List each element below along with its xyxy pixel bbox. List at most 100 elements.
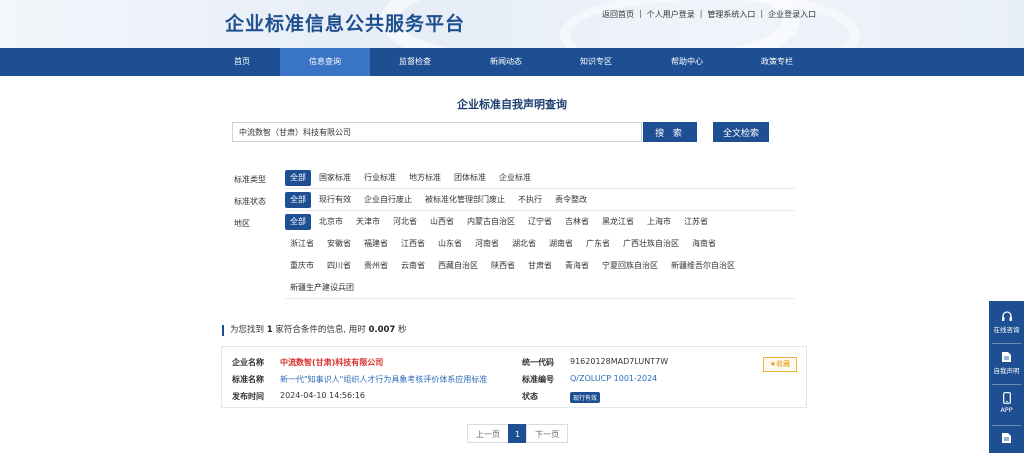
filter-chip[interactable]: 企业标准	[494, 170, 536, 186]
filter-chip[interactable]: 团体标准	[449, 170, 491, 186]
filter-chip[interactable]: 湖南省	[544, 236, 578, 252]
filter-chip[interactable]: 黑龙江省	[597, 214, 639, 230]
filter-chip[interactable]: 四川省	[322, 258, 356, 274]
result-time: 0.007	[368, 325, 396, 335]
headset-icon	[1001, 311, 1012, 321]
filter-chip[interactable]: 陕西省	[486, 258, 520, 274]
float-label: 自我声明	[993, 367, 1020, 375]
filter-chip[interactable]: 现行有效	[314, 192, 356, 208]
filter-chip[interactable]: 不执行	[513, 192, 547, 208]
filter-chip[interactable]: 责令整改	[550, 192, 592, 208]
filter-chip[interactable]: 河北省	[388, 214, 422, 230]
filter-chip[interactable]: 企业自行废止	[359, 192, 417, 208]
filter-row-region-2: 浙江省 安徽省 福建省 江西省 山东省 河南省 湖北省 湖南省 广东省 广西壮族…	[285, 236, 724, 252]
nav-news[interactable]: 新闻动态	[461, 48, 551, 76]
prev-page-button[interactable]: 上一页	[467, 424, 509, 443]
next-page-button[interactable]: 下一页	[526, 424, 569, 443]
filter-chip[interactable]: 被标准化管理部门废止	[420, 192, 510, 208]
divider	[992, 425, 1021, 426]
divider	[285, 298, 795, 299]
filter-chip[interactable]: 内蒙古自治区	[462, 214, 520, 230]
nav-supervision[interactable]: 监督检查	[370, 48, 460, 76]
float-self-declaration[interactable]: 自我声明	[989, 351, 1024, 375]
filter-chip[interactable]: 江西省	[396, 236, 430, 252]
status-badge: 现行有效	[570, 392, 601, 403]
filter-chip[interactable]: 江苏省	[679, 214, 713, 230]
filter-chip[interactable]: 浙江省	[285, 236, 319, 252]
filter-chip[interactable]: 福建省	[359, 236, 393, 252]
nav-info-query[interactable]: 信息查询	[280, 48, 370, 76]
search-button[interactable]: 搜 索	[643, 122, 697, 142]
link-home[interactable]: 返回首页	[602, 9, 634, 20]
filter-chip[interactable]: 北京市	[314, 214, 348, 230]
filter-chip[interactable]: 湖北省	[507, 236, 541, 252]
float-label: 在线咨询	[993, 326, 1020, 334]
link-separator: |	[760, 9, 764, 18]
company-label: 企业名称	[232, 358, 264, 367]
filter-chip[interactable]: 青海省	[560, 258, 594, 274]
filter-row-type: 全部 国家标准 行业标准 地方标准 团体标准 企业标准	[285, 170, 539, 186]
float-document[interactable]	[989, 432, 1024, 446]
filter-chip[interactable]: 广东省	[581, 236, 615, 252]
nav-home[interactable]: 首页	[197, 48, 287, 76]
std-no[interactable]: Q/ZOLUCP 1001-2024	[570, 374, 657, 383]
link-personal-login[interactable]: 个人用户登录	[647, 9, 695, 20]
filter-chip[interactable]: 全部	[285, 170, 311, 186]
favorite-button[interactable]: ★收藏	[763, 357, 797, 372]
page-number-current[interactable]: 1	[508, 424, 528, 443]
filter-chip[interactable]: 全部	[285, 214, 311, 230]
filter-chip[interactable]: 吉林省	[560, 214, 594, 230]
filter-chip[interactable]: 全部	[285, 192, 311, 208]
filter-chip[interactable]: 山东省	[433, 236, 467, 252]
result-suffix: 秒	[398, 325, 407, 335]
site-title: 企业标准信息公共服务平台	[225, 13, 466, 35]
filter-chip[interactable]: 贵州省	[359, 258, 393, 274]
divider	[285, 188, 795, 189]
filter-chip[interactable]: 天津市	[351, 214, 385, 230]
float-label: APP	[1000, 406, 1013, 414]
nav-policy[interactable]: 政策专栏	[732, 48, 822, 76]
filter-chip[interactable]: 辽宁省	[523, 214, 557, 230]
result-card: 企业名称 中流数智(甘肃)科技有限公司 标准名称 新一代"知事识人"组织人才行为…	[221, 346, 807, 408]
filter-chip[interactable]: 西藏自治区	[433, 258, 483, 274]
float-app[interactable]: APP	[989, 392, 1024, 414]
filter-chip[interactable]: 海南省	[687, 236, 721, 252]
filter-chip[interactable]: 山西省	[425, 214, 459, 230]
nav-help[interactable]: 帮助中心	[642, 48, 732, 76]
filter-row-region-3: 重庆市 四川省 贵州省 云南省 西藏自治区 陕西省 甘肃省 青海省 宁夏回族自治…	[285, 258, 743, 274]
filter-chip[interactable]: 重庆市	[285, 258, 319, 274]
status-label: 状态	[522, 392, 538, 401]
fulltext-search-button[interactable]: 全文检索	[713, 122, 769, 142]
filter-chip[interactable]: 上海市	[642, 214, 676, 230]
mobile-phone-icon	[1002, 392, 1011, 404]
favorite-label: 收藏	[776, 360, 791, 368]
filter-chip[interactable]: 地方标准	[404, 170, 446, 186]
document-icon	[1002, 352, 1011, 362]
filter-chip[interactable]: 行业标准	[359, 170, 401, 186]
divider	[992, 384, 1021, 385]
link-admin-system[interactable]: 管理系统入口	[707, 9, 755, 20]
filter-chip[interactable]: 云南省	[396, 258, 430, 274]
result-summary: 为您找到 1 家符合条件的信息, 用时 0.007 秒	[222, 325, 407, 336]
link-separator: |	[699, 9, 703, 18]
float-online-consult[interactable]: 在线咨询	[989, 311, 1024, 334]
filter-chip[interactable]: 新疆维吾尔自治区	[666, 258, 740, 274]
company-name[interactable]: 中流数智(甘肃)科技有限公司	[280, 357, 383, 368]
site-header: 企业标准信息公共服务平台 返回首页 | 个人用户登录 | 管理系统入口 | 企业登录入…	[0, 0, 1024, 48]
std-name-label: 标准名称	[232, 375, 264, 384]
filter-chip[interactable]: 河南省	[470, 236, 504, 252]
filter-chip[interactable]: 安徽省	[322, 236, 356, 252]
divider	[992, 343, 1021, 344]
link-enterprise-login[interactable]: 企业登录入口	[768, 9, 816, 20]
std-name[interactable]: 新一代"知事识人"组织人才行为具象考核评价体系应用标准	[280, 374, 487, 385]
pagination: 上一页 1 下一页	[467, 424, 569, 443]
document-icon	[1002, 433, 1011, 443]
filter-chip[interactable]: 国家标准	[314, 170, 356, 186]
filter-label-type: 标准类型	[234, 175, 266, 184]
search-input[interactable]	[232, 122, 642, 142]
filter-chip[interactable]: 宁夏回族自治区	[597, 258, 663, 274]
filter-chip[interactable]: 甘肃省	[523, 258, 557, 274]
filter-chip[interactable]: 新疆生产建设兵团	[285, 280, 359, 296]
nav-knowledge[interactable]: 知识专区	[551, 48, 641, 76]
filter-chip[interactable]: 广西壮族自治区	[618, 236, 684, 252]
